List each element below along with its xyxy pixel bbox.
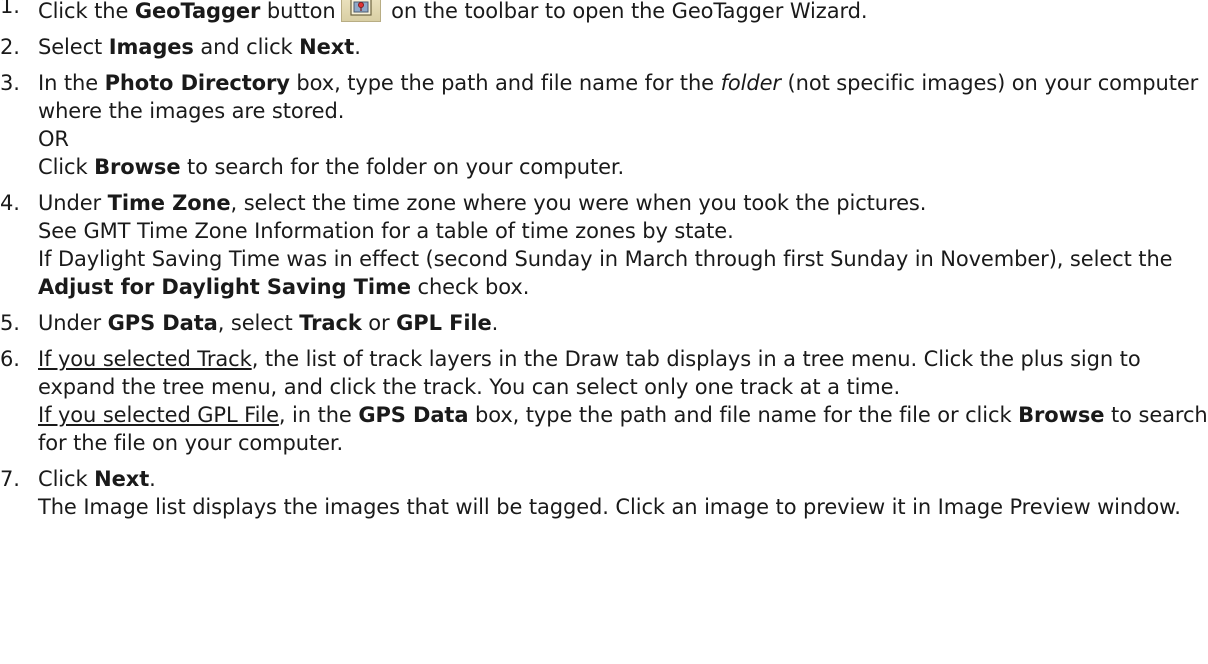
gpl-file-term: GPL File — [396, 311, 492, 335]
step-number: 4. — [0, 191, 20, 215]
if-track-label: If you selected Track — [38, 347, 252, 371]
browse-term: Browse — [1018, 403, 1105, 427]
step-3: 3. In the Photo Directory box, type the … — [0, 69, 1208, 181]
geotagger-icon — [340, 0, 381, 22]
next-term: Next — [299, 35, 355, 59]
step-number: 6. — [0, 347, 20, 371]
time-zone-term: Time Zone — [107, 191, 231, 215]
folder-emphasis: folder — [720, 71, 781, 95]
browse-term: Browse — [94, 155, 181, 179]
next-term: Next — [94, 467, 150, 491]
step-6: 6. If you selected Track, the list of tr… — [0, 347, 1208, 455]
steps-list: 1. Click the GeoTagger button on the too… — [0, 0, 1208, 521]
gpl-file-line: If you selected GPL File, in the GPS Dat… — [38, 403, 1208, 455]
step-5: 5. Under GPS Data, select Track or GPL F… — [0, 311, 499, 335]
help-document: 1. Click the GeoTagger button on the too… — [0, 0, 1208, 521]
step-7: 7. Click Next. The Image list displays t… — [0, 465, 1208, 521]
step-2: 2. Select Images and click Next. — [0, 35, 361, 59]
photo-directory-term: Photo Directory — [104, 71, 290, 95]
image-list-line: The Image list displays the images that … — [38, 495, 1181, 519]
dst-term: Adjust for Daylight Saving Time — [38, 275, 411, 299]
step-number: 3. — [0, 71, 20, 95]
gps-data-term: GPS Data — [107, 311, 218, 335]
if-gpl-label: If you selected GPL File — [38, 403, 279, 427]
step-number: 1. — [0, 0, 20, 18]
geotagger-term: GeoTagger — [134, 0, 261, 23]
track-term: Track — [299, 311, 362, 335]
browse-line: Click Browse to search for the folder on… — [38, 155, 625, 179]
images-term: Images — [108, 35, 194, 59]
gps-data-term: GPS Data — [358, 403, 469, 427]
step-4: 4. Under Time Zone, select the time zone… — [0, 189, 1208, 301]
step-1: 1. Click the GeoTagger button on the too… — [0, 0, 1208, 25]
or-text: OR — [38, 127, 69, 151]
step-number: 2. — [0, 35, 20, 59]
step-number: 5. — [0, 311, 20, 335]
step-number: 7. — [0, 467, 20, 491]
dst-line: If Daylight Saving Time was in effect (s… — [38, 247, 1173, 299]
gmt-info-line: See GMT Time Zone Information for a tabl… — [38, 219, 734, 243]
